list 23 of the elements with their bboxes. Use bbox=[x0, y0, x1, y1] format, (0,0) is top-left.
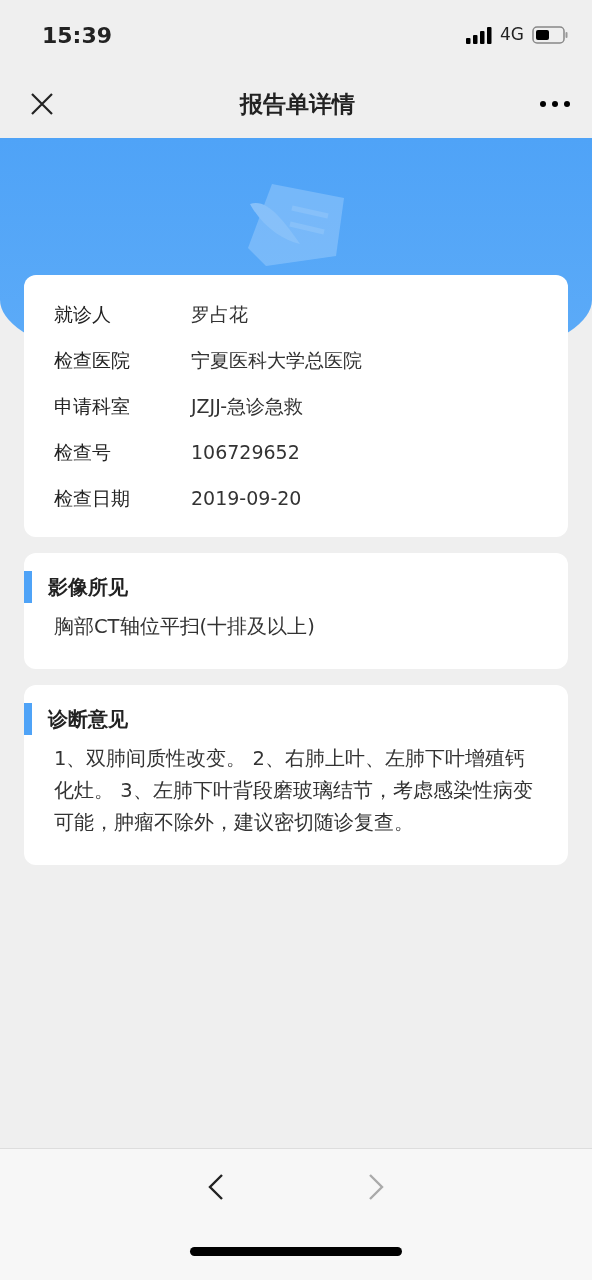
field-value: 2019-09-20 bbox=[191, 485, 302, 511]
field-value: 106729652 bbox=[191, 439, 300, 465]
field-label: 检查医院 bbox=[54, 347, 131, 373]
signal-icon bbox=[466, 26, 492, 44]
battery-icon bbox=[532, 26, 568, 44]
section-text: 1、双肺间质性改变。 2、右肺上叶、左肺下叶增殖钙化灶。 3、左肺下叶背段磨玻璃结节，考虑感染性病变可能，肿瘤不除外，建议密切随诊复查。 bbox=[53, 746, 534, 836]
field-label: 检查号 bbox=[54, 439, 112, 465]
section-text: 胸部CT轴位平扫(十排及以上) bbox=[53, 614, 316, 640]
section-title: 诊断意见 bbox=[48, 706, 128, 733]
field-label: 申请科室 bbox=[54, 393, 131, 419]
close-icon[interactable] bbox=[30, 92, 54, 116]
network-label: 4G bbox=[500, 23, 524, 47]
section-title: 影像所见 bbox=[48, 574, 128, 601]
more-icon[interactable] bbox=[540, 101, 570, 107]
status-time: 15:39 bbox=[42, 21, 113, 50]
field-value: JZJJ-急诊急救 bbox=[191, 393, 303, 419]
accent-bar bbox=[24, 571, 32, 603]
accent-bar bbox=[24, 703, 32, 735]
page-title: 报告单详情 bbox=[239, 89, 355, 119]
field-label: 检查日期 bbox=[54, 485, 131, 511]
field-value: 宁夏医科大学总医院 bbox=[191, 347, 362, 373]
field-label: 就诊人 bbox=[54, 301, 112, 327]
field-value: 罗占花 bbox=[191, 301, 248, 327]
